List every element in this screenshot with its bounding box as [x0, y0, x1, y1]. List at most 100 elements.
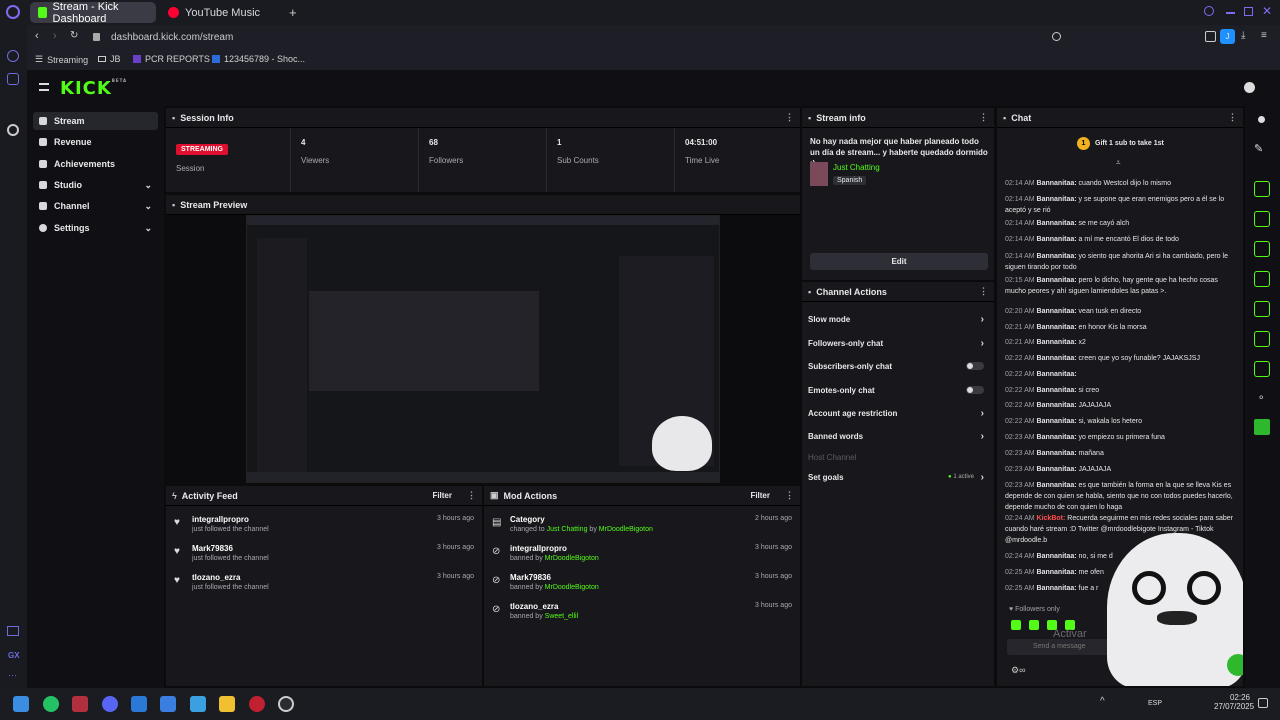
more-options-icon[interactable]: ⋮	[1228, 112, 1237, 123]
activity-user[interactable]: tlozano_ezra	[192, 573, 474, 582]
user-avatar[interactable]	[1244, 82, 1255, 93]
pencil-icon[interactable]: ✎	[1254, 142, 1263, 155]
opera-gx-icon[interactable]	[249, 696, 265, 712]
chat-username[interactable]: KickBot:	[1037, 515, 1066, 522]
account-age-row[interactable]: Account age restriction ›	[808, 404, 984, 422]
quick-action-icon[interactable]	[1254, 271, 1270, 287]
mod-category-link[interactable]: Just Chatting	[547, 526, 588, 533]
valorant-icon[interactable]	[72, 696, 88, 712]
send-button[interactable]	[1227, 654, 1243, 676]
chat-username[interactable]: Bannanitaa:	[1037, 387, 1077, 394]
language-indicator[interactable]: ESP	[1148, 700, 1162, 707]
gx-icon[interactable]: GX	[8, 651, 20, 660]
chat-username[interactable]: Bannanitaa:	[1037, 308, 1077, 315]
more-options-icon[interactable]: ⋮	[785, 490, 794, 501]
activity-user[interactable]: Mark79836	[192, 544, 474, 553]
zoom-icon[interactable]	[1052, 32, 1061, 41]
chat-username[interactable]: Bannanitaa:	[1037, 180, 1077, 187]
category-link[interactable]: Just Chatting	[833, 163, 880, 172]
set-goals-row[interactable]: Set goals ● 1 active ›	[808, 468, 984, 486]
quick-action-icon[interactable]	[1254, 211, 1270, 227]
nav-settings[interactable]: Settings ⌄	[33, 219, 158, 237]
more-options-icon[interactable]: ⋮	[979, 112, 988, 123]
search-icon[interactable]	[1204, 6, 1214, 16]
mod-moderator[interactable]: MrDoodleBigoton	[599, 526, 653, 533]
more-options-icon[interactable]: ⋮	[979, 286, 988, 297]
tray-chevron-icon[interactable]: ^	[1100, 696, 1105, 707]
emotes-only-toggle[interactable]	[966, 386, 984, 394]
chat-username[interactable]: Bannanitaa:	[1037, 418, 1077, 425]
forward-icon[interactable]: ›	[53, 30, 57, 42]
quick-action-icon[interactable]	[1254, 181, 1270, 197]
chat-username[interactable]: Bannanitaa:	[1037, 339, 1077, 346]
maximize-icon[interactable]	[1244, 7, 1253, 16]
quick-action-icon[interactable]	[1254, 331, 1270, 347]
discord-icon[interactable]	[102, 696, 118, 712]
mod-target[interactable]: Mark79836	[510, 573, 792, 582]
workspace-icon[interactable]	[7, 73, 19, 85]
circle-icon[interactable]	[1258, 116, 1265, 123]
mod-target[interactable]: tlozano_ezra	[510, 602, 792, 611]
reload-icon[interactable]: ↻	[70, 30, 78, 41]
chat-username[interactable]: Bannanitaa:	[1037, 482, 1077, 489]
clock[interactable]: 02:26 27/07/2025	[1214, 693, 1254, 711]
bookmark-jb[interactable]: JB	[98, 54, 121, 64]
filter-button[interactable]: Filter	[750, 491, 770, 500]
chat-username[interactable]: Bannanitaa:	[1037, 253, 1077, 260]
mod-target[interactable]: Category	[510, 515, 792, 524]
quick-action-icon[interactable]	[1254, 241, 1270, 257]
nav-studio[interactable]: Studio ⌄	[33, 176, 158, 194]
chat-username[interactable]: Bannanitaa:	[1037, 553, 1077, 560]
more-icon[interactable]: ···	[8, 670, 17, 680]
minimize-icon[interactable]	[1226, 12, 1235, 14]
chat-username[interactable]: Bannanitaa:	[1037, 569, 1077, 576]
photos-icon[interactable]	[190, 696, 206, 712]
active-tool-icon[interactable]	[1254, 419, 1270, 435]
file-explorer-icon[interactable]	[219, 696, 235, 712]
settings-app-icon[interactable]	[278, 696, 294, 712]
chat-input[interactable]: Send a message	[1007, 639, 1117, 655]
chat-settings-icon[interactable]: ⚙∞	[1011, 665, 1025, 676]
followers-only-row[interactable]: Followers-only chat ›	[808, 334, 984, 352]
chat-username[interactable]: Bannanitaa:	[1037, 585, 1077, 592]
nav-stream[interactable]: Stream	[33, 112, 158, 130]
tab-kick-dashboard[interactable]: Stream - Kick Dashboard	[30, 1, 156, 25]
nav-achievements[interactable]: Achievements	[33, 155, 158, 173]
whatsapp-icon[interactable]	[43, 696, 59, 712]
chat-username[interactable]: Bannanitaa:	[1037, 324, 1077, 331]
chat-username[interactable]: Bannanitaa:	[1037, 466, 1077, 473]
back-icon[interactable]: ‹	[35, 30, 39, 42]
more-options-icon[interactable]: ⋮	[785, 112, 794, 123]
kick-logo[interactable]: KICKBETA	[60, 78, 127, 99]
activity-user[interactable]: integrallpropro	[192, 515, 474, 524]
stream-preview-video[interactable]	[246, 215, 720, 483]
notification-icon[interactable]	[1258, 698, 1268, 708]
windows-start-icon[interactable]	[13, 696, 29, 712]
quick-action-icon[interactable]	[1254, 361, 1270, 377]
emote-icon[interactable]	[1011, 620, 1021, 630]
twitch-icon[interactable]	[7, 626, 19, 636]
chat-username[interactable]: Bannanitaa:	[1037, 277, 1077, 284]
notepad-icon[interactable]	[160, 696, 176, 712]
chat-username[interactable]: Bannanitaa:	[1037, 236, 1077, 243]
chat-username[interactable]: Bannanitaa:	[1037, 220, 1077, 227]
bookmark-streaming[interactable]: ☰ Streaming	[35, 54, 88, 65]
nav-revenue[interactable]: Revenue	[33, 133, 158, 151]
new-tab-button[interactable]: +	[289, 5, 297, 20]
chat-username[interactable]: Bannanitaa:	[1037, 196, 1077, 203]
mod-target[interactable]: integrallpropro	[510, 544, 792, 553]
slow-mode-row[interactable]: Slow mode ›	[808, 310, 984, 328]
chat-username[interactable]: Bannanitaa:	[1037, 371, 1077, 378]
chat-username[interactable]: Bannanitaa:	[1037, 402, 1077, 409]
download-icon[interactable]: ⤓	[1241, 30, 1245, 41]
mod-moderator[interactable]: MrDoodleBigoton	[545, 584, 599, 591]
aria-icon[interactable]	[7, 50, 19, 62]
chevron-down-icon[interactable]: ⩡	[1116, 158, 1121, 168]
bookmark-shoc[interactable]: 123456789 - Shoc...	[212, 54, 305, 64]
emote-icon[interactable]	[1029, 620, 1039, 630]
hamburger-icon[interactable]	[39, 83, 49, 91]
settings-icon[interactable]	[7, 124, 19, 136]
gift-sub-banner[interactable]: 1 Gift 1 sub to take 1st	[1077, 137, 1164, 150]
mod-moderator[interactable]: Sweet_ellil	[545, 613, 578, 620]
edit-button[interactable]: Edit	[810, 253, 988, 270]
